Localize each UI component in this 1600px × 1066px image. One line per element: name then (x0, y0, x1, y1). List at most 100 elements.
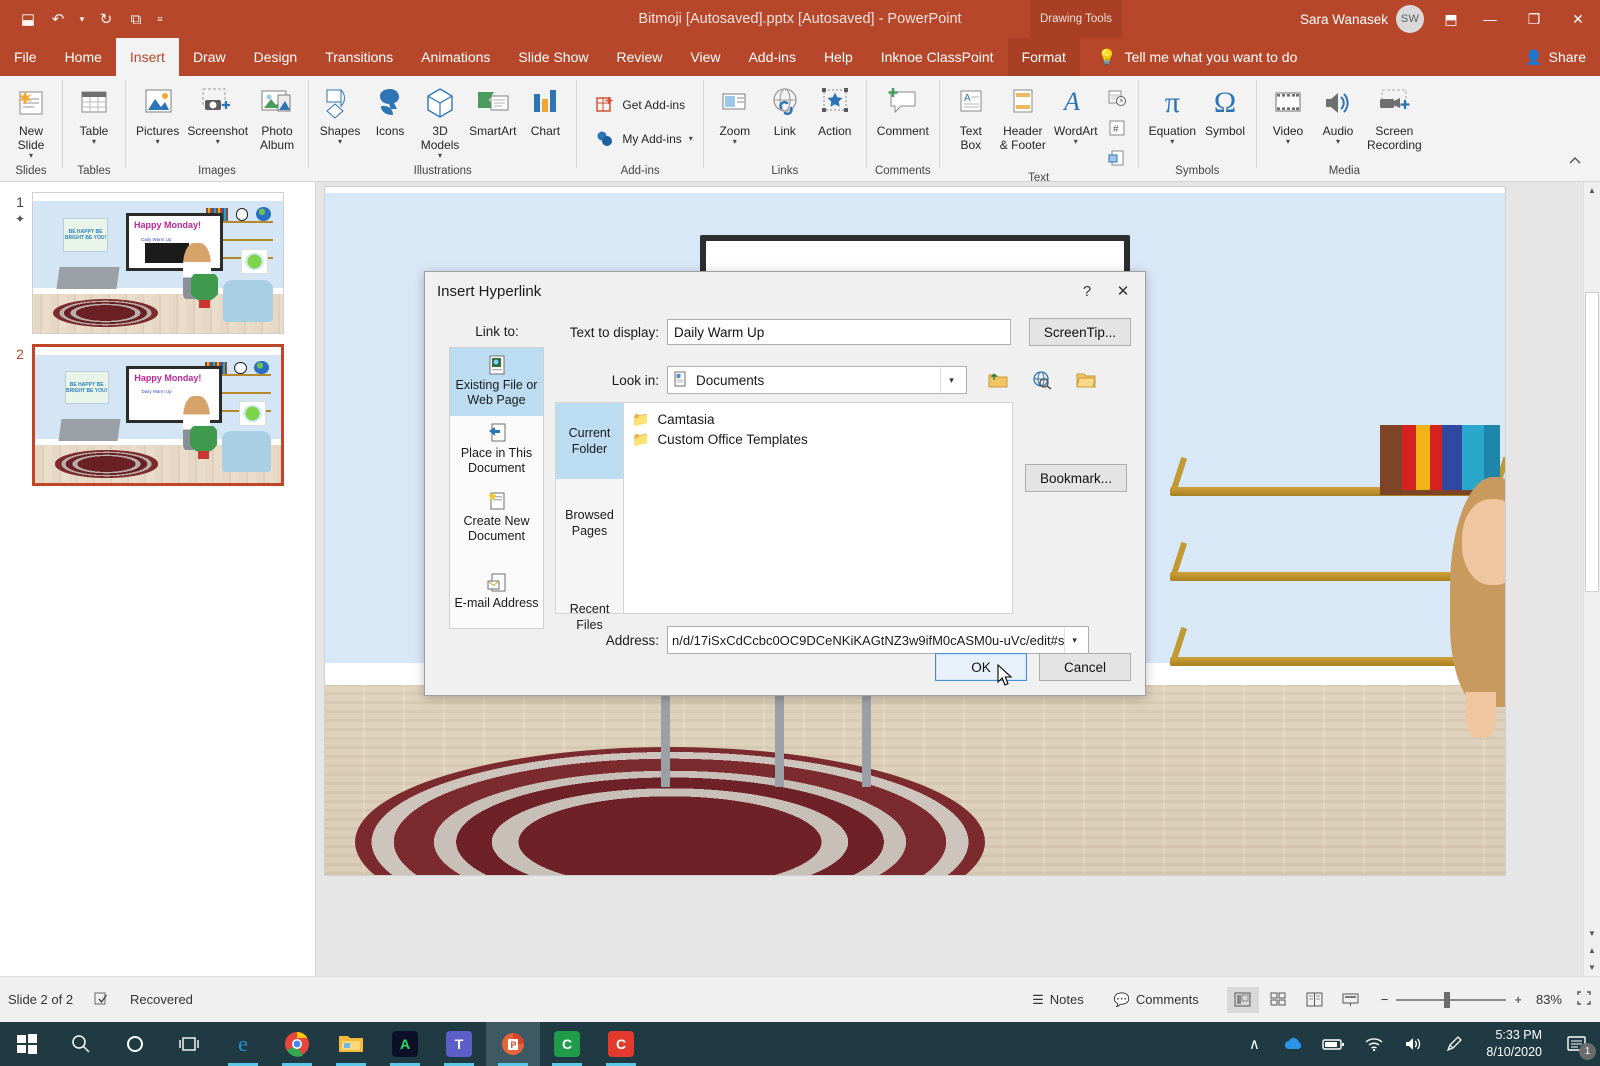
recovered-label[interactable]: Recovered (130, 992, 193, 1007)
wordart-button[interactable]: A WordArt ▾ (1050, 80, 1102, 148)
zoom-slider[interactable]: − + (1381, 991, 1522, 1008)
task-view-icon[interactable] (162, 1022, 216, 1066)
icons-button[interactable]: Icons (365, 80, 415, 140)
smartart-button[interactable]: SmartArt (465, 80, 520, 140)
onedrive-icon[interactable] (1274, 1022, 1314, 1066)
date-time-icon[interactable] (1102, 84, 1132, 112)
slide-show-view-icon[interactable] (1335, 987, 1367, 1013)
undo-icon[interactable]: ↶ (44, 5, 72, 33)
cancel-button[interactable]: Cancel (1039, 653, 1131, 681)
accessibility-checker-icon[interactable] (93, 990, 110, 1010)
chevron-down-icon[interactable]: ▾ (338, 138, 342, 146)
header-footer-button[interactable]: Header & Footer (996, 80, 1050, 154)
tab-help[interactable]: Help (810, 38, 867, 76)
chevron-down-icon[interactable]: ▾ (1074, 138, 1078, 146)
slide-number-icon[interactable]: # (1102, 114, 1132, 142)
tab-home[interactable]: Home (51, 38, 116, 76)
help-question-icon[interactable]: ? (1069, 276, 1105, 306)
notifications-icon[interactable]: 1 (1554, 1022, 1600, 1066)
slide-thumbnail-panel[interactable]: 1 ✦ BE HAPPY BE BRIGHT BE YOU! Happy Mon… (0, 182, 316, 976)
normal-view-icon[interactable] (1226, 986, 1259, 1013)
ribbon-display-options-icon[interactable]: ⬒ (1434, 0, 1468, 38)
tab-design[interactable]: Design (240, 38, 312, 76)
scrollbar-thumb[interactable] (1585, 292, 1599, 592)
new-slide-button[interactable]: New Slide ▾ (6, 80, 56, 162)
chevron-down-icon[interactable]: ▾ (216, 138, 220, 146)
address-input[interactable]: n/d/17iSxCdCcbc0OC9DCeNKiKAGtNZ3w9ifM0cA… (667, 626, 1089, 654)
vertical-scrollbar[interactable]: ▲ ▼ ▲ ▼ (1583, 182, 1600, 976)
teams-icon[interactable]: T (432, 1022, 486, 1066)
powerpoint-icon[interactable]: P (486, 1022, 540, 1066)
start-button-icon[interactable] (0, 1022, 54, 1066)
scroll-down-icon[interactable]: ▼ (1584, 925, 1600, 942)
show-hidden-icons-icon[interactable]: ∧ (1234, 1022, 1274, 1066)
link-to-list[interactable]: Existing File or Web Page Place in This … (449, 347, 544, 629)
browse-recent-files[interactable]: Recent Files (556, 567, 623, 641)
tab-format[interactable]: Format (1007, 38, 1080, 76)
tab-view[interactable]: View (676, 38, 734, 76)
link-to-create-new-document[interactable]: Create New Document (450, 484, 543, 552)
chevron-down-icon[interactable]: ▾ (1170, 138, 1174, 146)
share-button[interactable]: 👤 Share (1525, 38, 1586, 76)
pictures-button[interactable]: Pictures ▾ (132, 80, 183, 148)
file-list[interactable]: 📁 Camtasia 📁 Custom Office Templates (623, 402, 1013, 614)
tab-slide-show[interactable]: Slide Show (504, 38, 602, 76)
chevron-down-icon[interactable]: ▾ (92, 138, 96, 146)
taskbar-clock[interactable]: 5:33 PM 8/10/2020 (1474, 1027, 1554, 1061)
table-button[interactable]: Table ▾ (69, 80, 119, 148)
close-icon[interactable]: ✕ (1105, 276, 1141, 306)
insert-hyperlink-dialog[interactable]: Insert Hyperlink ? ✕ Link to: Existing F… (424, 271, 1146, 696)
tab-review[interactable]: Review (602, 38, 676, 76)
tell-me-box[interactable]: 💡 Tell me what you want to do (1080, 38, 1297, 76)
my-addins-button[interactable]: My Add-ins ▾ (591, 122, 696, 156)
chrome-icon[interactable] (270, 1022, 324, 1066)
slide-thumbnail-image-1[interactable]: BE HAPPY BE BRIGHT BE YOU! Happy Monday!… (32, 192, 284, 334)
file-browser[interactable]: Current Folder Browsed Pages Recent File… (555, 402, 1131, 632)
fit-to-window-icon[interactable] (1576, 990, 1592, 1009)
link-to-existing-file[interactable]: Existing File or Web Page (450, 348, 543, 416)
customize-qat-icon[interactable]: ≡ (152, 5, 168, 33)
browse-mode-column[interactable]: Current Folder Browsed Pages Recent File… (555, 402, 623, 632)
chevron-down-icon[interactable]: ▾ (1336, 138, 1340, 146)
3d-models-button[interactable]: 3D Models ▾ (415, 80, 465, 162)
zoom-level[interactable]: 83% (1536, 992, 1562, 1007)
redo-icon[interactable]: ↻ (92, 5, 120, 33)
text-to-display-input[interactable]: Daily Warm Up (667, 319, 1011, 345)
file-list-item[interactable]: 📁 Camtasia (632, 409, 1012, 429)
get-addins-button[interactable]: Get Add-ins (591, 88, 689, 122)
camtasia-icon[interactable]: C (540, 1022, 594, 1066)
tab-draw[interactable]: Draw (179, 38, 240, 76)
chart-button[interactable]: Chart (520, 80, 570, 140)
slide-sorter-view-icon[interactable] (1263, 987, 1295, 1013)
file-explorer-icon[interactable] (324, 1022, 378, 1066)
wifi-icon[interactable] (1354, 1022, 1394, 1066)
chevron-down-icon[interactable]: ▾ (29, 152, 33, 160)
look-in-combo[interactable]: Documents ▾ (667, 366, 967, 394)
file-list-item[interactable]: 📁 Custom Office Templates (632, 429, 1012, 449)
slide-thumbnail-2[interactable]: 2 BE HAPPY BE BRIGHT BE YOU! Happy Monda… (0, 334, 315, 486)
up-one-folder-icon[interactable] (983, 366, 1013, 394)
pen-icon[interactable] (1434, 1022, 1474, 1066)
zoom-out-icon[interactable]: − (1381, 992, 1389, 1007)
reading-view-icon[interactable] (1299, 987, 1331, 1013)
tab-insert[interactable]: Insert (115, 38, 179, 76)
save-icon[interactable]: ⬓ (14, 5, 42, 33)
battery-icon[interactable] (1314, 1022, 1354, 1066)
link-button[interactable]: Link (760, 80, 810, 140)
tab-inknoe-classpoint[interactable]: Inknoe ClassPoint (867, 38, 1008, 76)
tab-transitions[interactable]: Transitions (311, 38, 407, 76)
start-from-beginning-icon[interactable]: ⧉ (122, 5, 150, 33)
text-box-button[interactable]: A Text Box (946, 80, 996, 154)
chevron-down-icon[interactable]: ▾ (156, 138, 160, 146)
chevron-down-icon[interactable]: ▾ (733, 138, 737, 146)
volume-icon[interactable] (1394, 1022, 1434, 1066)
screenshot-button[interactable]: Screenshot ▾ (183, 80, 252, 148)
slide-thumbnail-image-2[interactable]: BE HAPPY BE BRIGHT BE YOU! Happy Monday!… (32, 344, 284, 486)
browse-the-web-icon[interactable] (1027, 366, 1057, 394)
zoom-handle[interactable] (1444, 991, 1451, 1008)
audio-button[interactable]: Audio ▾ (1313, 80, 1363, 148)
object-icon[interactable] (1102, 144, 1132, 172)
browse-current-folder[interactable]: Current Folder (556, 403, 623, 479)
equation-button[interactable]: π Equation ▾ (1145, 80, 1200, 148)
comments-button[interactable]: 💬 Comments (1106, 989, 1207, 1011)
